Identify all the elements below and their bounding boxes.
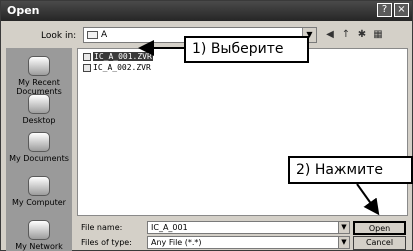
press-annotation: 2) Нажмите	[288, 156, 413, 184]
select-annotation: 1) Выберите	[184, 36, 309, 63]
press-arrow	[356, 183, 380, 216]
